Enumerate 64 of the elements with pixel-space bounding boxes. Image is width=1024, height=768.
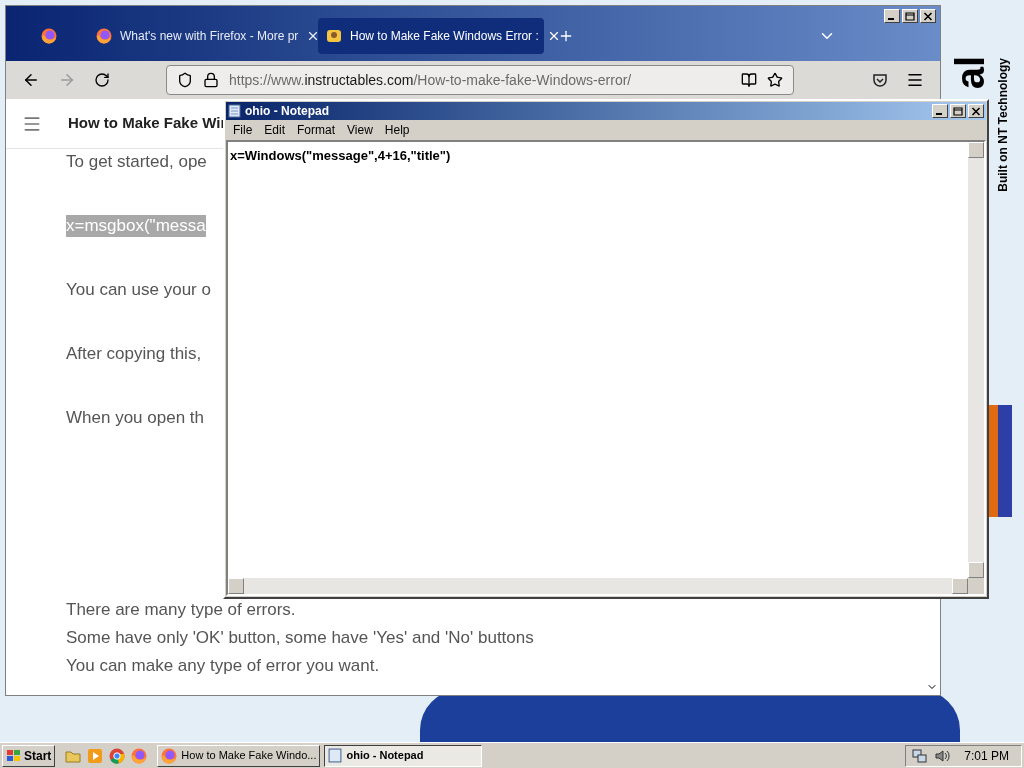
shield-icon[interactable] xyxy=(177,72,193,88)
maximize-icon xyxy=(905,11,915,21)
clock-text: 7:01 PM xyxy=(964,747,1009,765)
start-button[interactable]: Start xyxy=(2,744,56,767)
logo-text: al xyxy=(950,56,990,90)
taskbar-button[interactable]: How to Make Fake Windo... xyxy=(157,744,321,767)
paragraph-text: When you open th xyxy=(66,407,204,429)
address-bar[interactable]: https://www.instructables.com/How-to-make-fake-Windows-error/ xyxy=(166,65,794,95)
scroll-right-button[interactable] xyxy=(952,578,968,594)
menu-item[interactable]: Format xyxy=(292,121,341,139)
notepad-text: x=Windows("message",4+16,"title") xyxy=(230,148,451,163)
browser-maximize-button[interactable] xyxy=(902,9,918,23)
menu-item[interactable]: File xyxy=(228,121,258,139)
menu-icon[interactable] xyxy=(906,71,924,89)
firefox-icon xyxy=(131,747,148,764)
paragraph-text: After copying this, xyxy=(66,343,202,365)
browser-minimize-button[interactable] xyxy=(884,9,900,23)
bookmark-star-icon[interactable] xyxy=(767,72,783,88)
horizontal-scrollbar[interactable] xyxy=(228,578,968,594)
scroll-up-button[interactable] xyxy=(968,142,984,158)
lock-icon[interactable] xyxy=(203,72,219,88)
browser-close-button[interactable] xyxy=(920,9,936,23)
notepad-icon xyxy=(328,748,343,763)
scroll-down-button[interactable] xyxy=(968,562,984,578)
speaker-icon[interactable] xyxy=(934,747,951,764)
notepad-minimize-button[interactable] xyxy=(932,104,948,118)
notepad-icon xyxy=(228,104,241,118)
reader-view-icon[interactable] xyxy=(741,72,757,88)
pocket-icon[interactable] xyxy=(872,72,888,88)
back-icon[interactable] xyxy=(22,71,40,89)
notepad-close-button[interactable] xyxy=(968,104,984,118)
maximize-icon xyxy=(953,106,963,116)
url-text: https://www.instructables.com/How-to-make-fake-Windows-error/ xyxy=(229,70,633,90)
paragraph-text: There are many type of errors. xyxy=(66,599,296,621)
window-title: ohio - Notepad xyxy=(245,103,330,120)
scroll-left-button[interactable] xyxy=(228,578,244,594)
taskbar-button[interactable]: ohio - Notepad xyxy=(324,744,483,767)
browser-tab[interactable]: What's new with Firefox - More pr xyxy=(88,18,314,54)
windows-logo-icon xyxy=(6,748,22,763)
paragraph-text: Some have only 'OK' button, some have 'Yes' and 'No' buttons xyxy=(66,627,534,649)
menu-item[interactable]: View xyxy=(342,121,378,139)
menu-item[interactable]: Edit xyxy=(259,121,291,139)
paragraph-text: You can make any type of error you want. xyxy=(66,655,380,677)
highlighted-code-text: x=msgbox("messa xyxy=(66,215,206,237)
minimize-icon xyxy=(936,112,942,115)
text-area[interactable]: x=Windows("message",4+16,"title") xyxy=(226,140,986,596)
chrome-icon[interactable] xyxy=(109,747,126,764)
network-icon[interactable] xyxy=(912,747,929,764)
reload-icon[interactable] xyxy=(94,72,110,88)
vertical-scrollbar[interactable] xyxy=(968,142,984,578)
new-tab-icon[interactable] xyxy=(558,28,574,44)
site-icon xyxy=(326,28,342,44)
paragraph-text: You can use your o xyxy=(66,279,211,301)
notepad-maximize-button[interactable] xyxy=(950,104,966,118)
size-grip[interactable] xyxy=(968,578,984,594)
tagline-text: Built on NT Technology xyxy=(995,58,1011,192)
firefox-icon xyxy=(41,28,57,44)
minimize-icon xyxy=(888,17,894,20)
close-icon xyxy=(923,11,933,21)
close-icon xyxy=(971,106,981,116)
paragraph-text: To get started, ope xyxy=(66,151,207,173)
menu-item[interactable]: Help xyxy=(379,121,415,139)
firefox-icon xyxy=(96,28,112,44)
firefox-icon xyxy=(161,747,178,764)
